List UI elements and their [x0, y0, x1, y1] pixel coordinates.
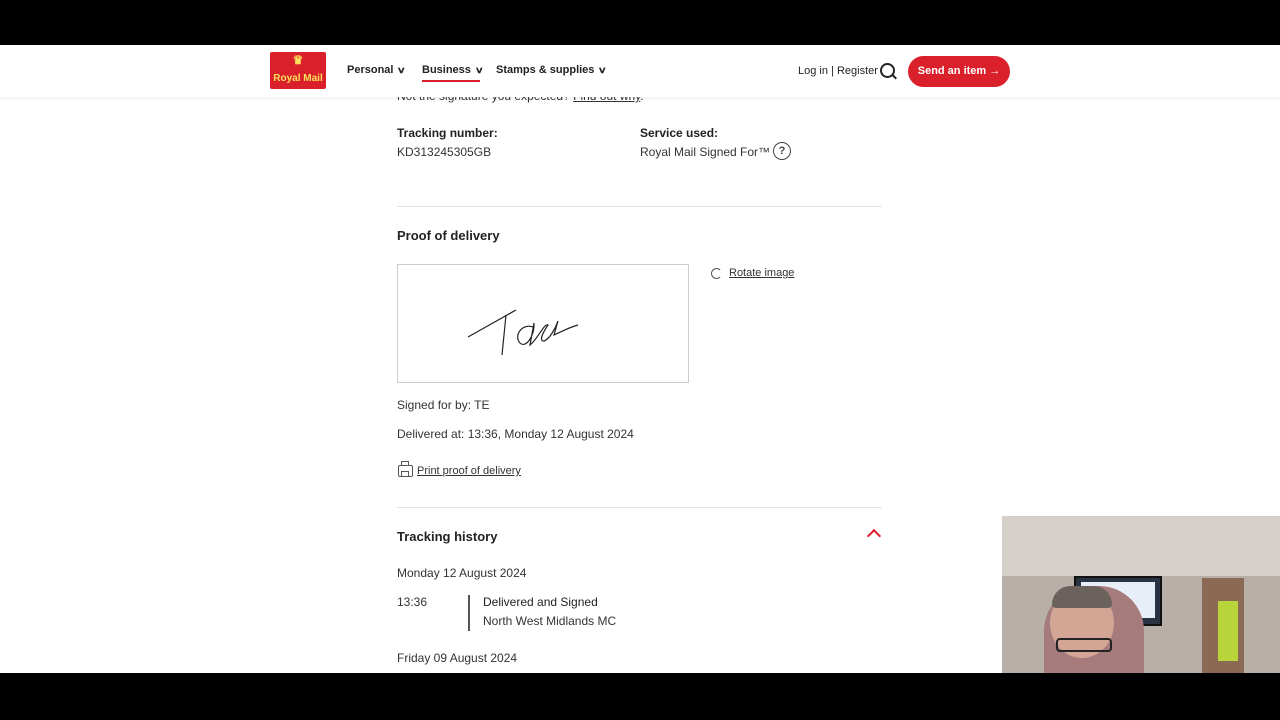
timeline-line	[468, 595, 470, 631]
event-status: Delivered and Signed	[483, 595, 598, 609]
print-proof-link[interactable]: Print proof of delivery	[417, 465, 521, 477]
rotate-image-link[interactable]: Rotate image	[729, 267, 794, 279]
active-nav-indicator	[422, 80, 480, 82]
logo-text: Royal Mail	[273, 73, 323, 84]
divider	[397, 206, 882, 207]
nav-personal[interactable]: Personal ∨	[347, 64, 407, 76]
login-register-link[interactable]: Log in | Register	[798, 65, 878, 77]
proof-of-delivery-heading: Proof of delivery	[397, 228, 500, 243]
history-date: Monday 12 August 2024	[397, 566, 527, 580]
signature-image	[397, 264, 689, 383]
chevron-down-icon: ∨	[397, 65, 407, 75]
webcam-ceiling	[1002, 516, 1280, 576]
webcam-person-glasses	[1056, 638, 1112, 652]
chevron-down-icon: ∨	[474, 65, 484, 75]
printer-icon[interactable]	[398, 461, 413, 477]
help-icon[interactable]: ?	[773, 142, 791, 160]
nav-business[interactable]: Business ∨	[422, 64, 484, 76]
signature-drawing	[467, 309, 579, 356]
crown-icon: ♛	[292, 53, 304, 67]
webcam-overlay	[1002, 516, 1280, 673]
tracking-history-heading[interactable]: Tracking history	[397, 529, 497, 544]
service-used-value: Royal Mail Signed For™	[640, 145, 771, 159]
event-time: 13:36	[397, 595, 428, 609]
history-date: Friday 09 August 2024	[397, 651, 518, 665]
royal-mail-logo[interactable]: ♛ Royal Mail	[270, 52, 326, 89]
tracking-number-label: Tracking number:	[397, 126, 498, 140]
nav-business-label: Business	[422, 64, 471, 76]
signed-for-by: Signed for by: TE	[397, 398, 490, 412]
webcam-person-hair	[1052, 586, 1112, 608]
nav-stamps-label: Stamps & supplies	[496, 64, 595, 76]
tracking-number-value: KD313245305GB	[397, 145, 492, 159]
chevron-down-icon: ∨	[598, 65, 608, 75]
webcam-hi-vis-jacket	[1218, 601, 1238, 661]
delivered-at: Delivered at: 13:36, Monday 12 August 20…	[397, 427, 634, 441]
search-icon[interactable]	[880, 63, 895, 78]
nav-stamps-supplies[interactable]: Stamps & supplies ∨	[496, 64, 608, 76]
send-item-button[interactable]: Send an item →	[908, 56, 1010, 87]
service-used-label: Service used:	[640, 126, 719, 140]
divider	[397, 507, 882, 508]
chevron-up-icon[interactable]	[866, 528, 882, 544]
event-location: North West Midlands MC	[483, 614, 617, 628]
nav-personal-label: Personal	[347, 64, 394, 76]
rotate-icon[interactable]	[711, 268, 722, 279]
site-header: ♛ Royal Mail Personal ∨ Business ∨ Stamps …	[0, 45, 1280, 97]
